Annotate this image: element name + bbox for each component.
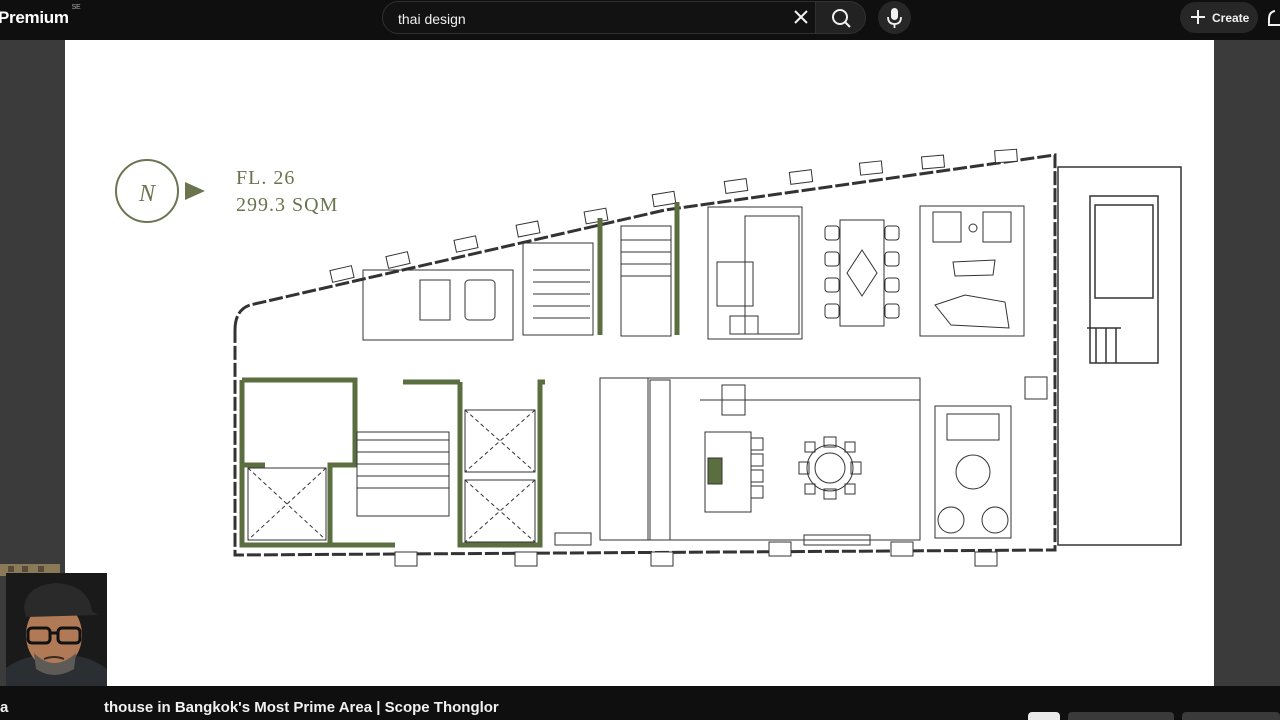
floor-plan: N FL. 26 299.3 SQM — [115, 148, 1182, 567]
kitchen-stools — [750, 437, 764, 499]
round-table-chairs — [798, 436, 862, 500]
create-label: Create — [1212, 11, 1250, 25]
floor-label: FL. 26 — [236, 167, 295, 189]
logo-region: SE — [71, 4, 81, 12]
create-button[interactable]: Create — [1180, 2, 1258, 33]
streamer-avatar — [6, 573, 107, 693]
search-box[interactable] — [382, 1, 816, 34]
action-pill[interactable] — [1028, 712, 1060, 720]
action-pill[interactable] — [1068, 712, 1174, 720]
area-label: 299.3 SQM — [236, 194, 338, 216]
clear-search-icon[interactable] — [790, 8, 812, 28]
search-button[interactable] — [815, 1, 866, 34]
top-bar: PremiumSE Create — [0, 0, 1280, 40]
video-title[interactable]: thouse in Bangkok's Most Prime Area | Sc… — [104, 699, 499, 716]
feature-walls — [239, 202, 680, 548]
premium-logo[interactable]: PremiumSE — [0, 4, 81, 28]
search-input[interactable] — [396, 8, 780, 30]
dining-chairs-top — [824, 225, 900, 319]
interior-walls — [247, 205, 1025, 546]
logo-text: Premium — [0, 8, 69, 27]
search-icon — [832, 9, 851, 28]
north-label: N — [138, 181, 157, 207]
microphone-icon — [887, 8, 902, 28]
notifications-icon[interactable] — [1264, 8, 1280, 35]
video-frame[interactable]: N FL. 26 299.3 SQM — [65, 40, 1214, 686]
voice-search-button[interactable] — [878, 1, 911, 34]
title-fragment: a — [0, 699, 9, 716]
north-compass: N — [115, 159, 205, 223]
action-pill[interactable] — [1182, 712, 1280, 720]
plus-icon — [1191, 10, 1205, 24]
